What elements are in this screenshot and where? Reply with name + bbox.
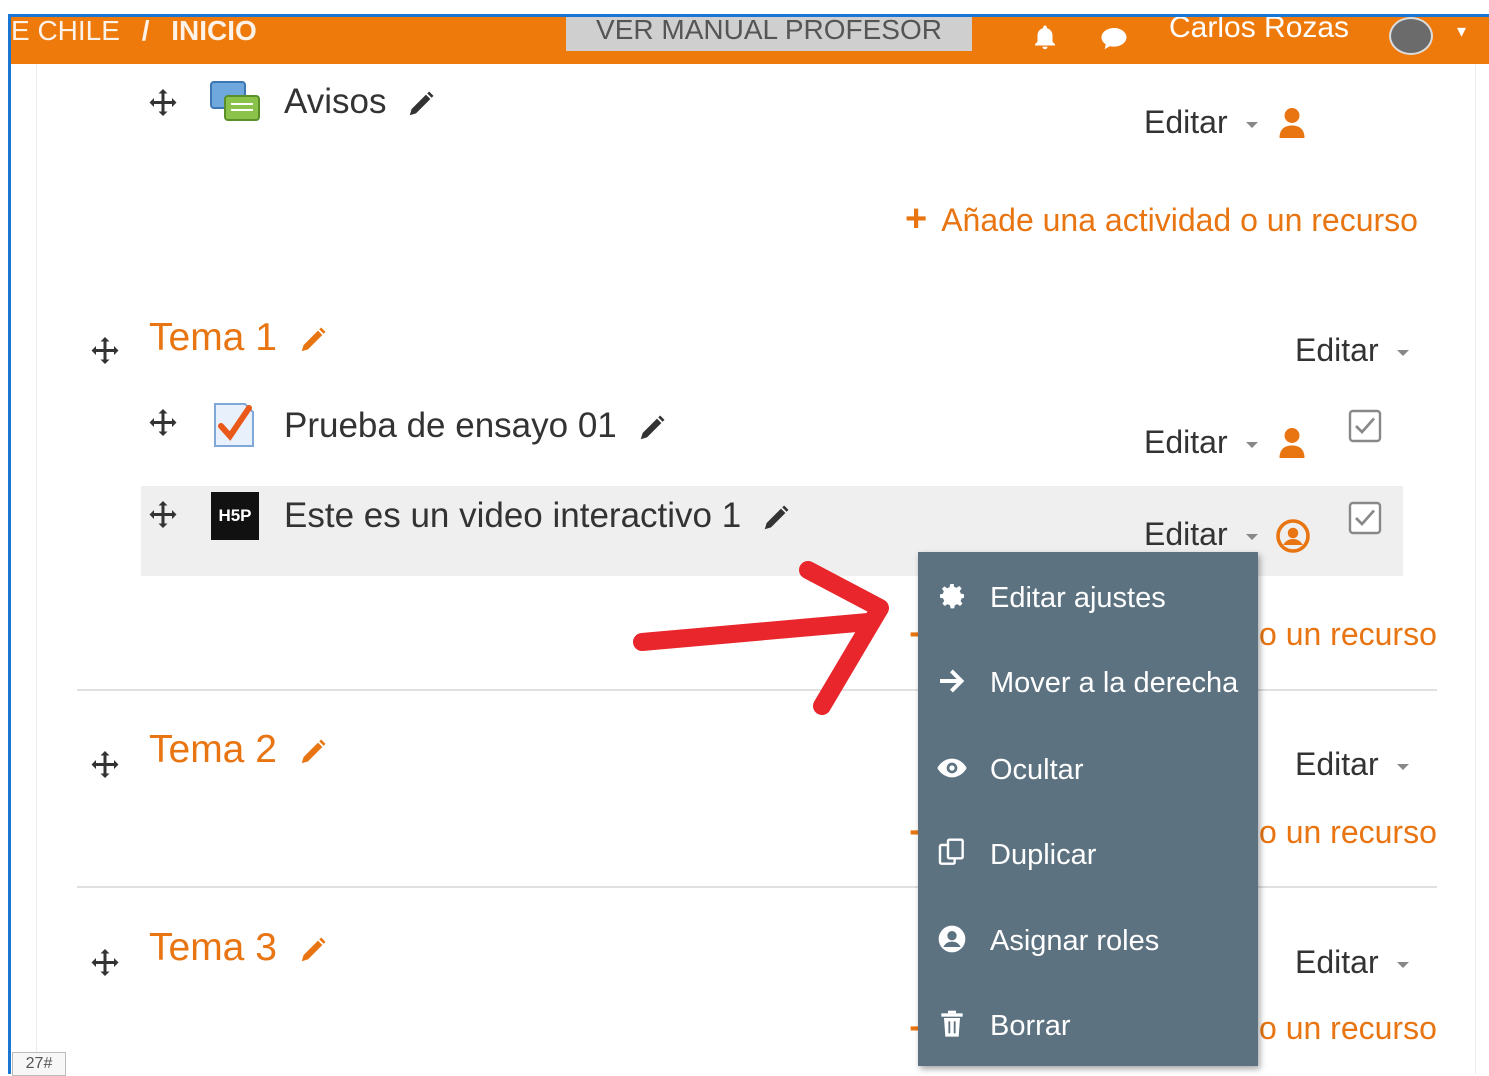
caret-down-icon[interactable] bbox=[1396, 349, 1409, 356]
pencil-icon[interactable] bbox=[298, 325, 328, 355]
pencil-icon[interactable] bbox=[761, 503, 791, 533]
annotation-arrow bbox=[633, 561, 889, 715]
add-activity-link-tail[interactable]: o un recurso bbox=[1259, 1010, 1437, 1047]
menu-item-label: Borrar bbox=[990, 1010, 1071, 1042]
caret-down-icon[interactable] bbox=[1245, 533, 1258, 540]
completion-checkbox-icon[interactable] bbox=[1347, 408, 1383, 444]
move-icon[interactable] bbox=[87, 946, 123, 982]
activity-title-label[interactable]: Avisos bbox=[284, 82, 386, 121]
edit-label[interactable]: Editar bbox=[1144, 424, 1228, 460]
user-circle-icon[interactable] bbox=[1275, 518, 1311, 554]
edit-label[interactable]: Editar bbox=[1144, 516, 1228, 552]
h5p-icon: H5P bbox=[211, 492, 259, 540]
chevron-down-icon[interactable]: ▾ bbox=[1457, 21, 1466, 42]
section-title-tema-3[interactable]: Tema 3 bbox=[149, 926, 328, 970]
forum-icon bbox=[210, 81, 260, 121]
activity-prueba-ensayo[interactable]: Prueba de ensayo 01 bbox=[284, 406, 667, 446]
footer-badge: 27# bbox=[12, 1052, 66, 1076]
menu-item-label: Ocultar bbox=[990, 754, 1084, 786]
pencil-icon[interactable] bbox=[298, 737, 328, 767]
section-label[interactable]: Tema 2 bbox=[149, 728, 277, 771]
user-role-icon[interactable] bbox=[1277, 426, 1307, 460]
user-circle-icon bbox=[938, 925, 966, 953]
user-name[interactable]: Carlos Rozas bbox=[1169, 17, 1349, 45]
menu-item-editar-ajustes[interactable]: Editar ajustes bbox=[918, 556, 1258, 636]
plus-icon: + bbox=[905, 198, 928, 240]
menu-item-ocultar[interactable]: Ocultar bbox=[918, 728, 1258, 808]
move-icon[interactable] bbox=[145, 86, 181, 122]
add-activity-label[interactable]: Añade una actividad o un recurso bbox=[941, 202, 1418, 238]
caret-down-icon[interactable] bbox=[1396, 961, 1409, 968]
chat-icon[interactable] bbox=[1097, 23, 1131, 53]
breadcrumb-site[interactable]: E CHILE bbox=[11, 17, 120, 46]
arrow-right-icon bbox=[940, 669, 965, 693]
breadcrumb-current[interactable]: INICIO bbox=[171, 17, 257, 46]
move-icon[interactable] bbox=[87, 748, 123, 784]
caret-down-icon[interactable] bbox=[1245, 441, 1258, 448]
menu-item-label: Duplicar bbox=[990, 839, 1097, 871]
frame-border bbox=[8, 14, 11, 1074]
top-navbar: E CHILE / INICIO VER MANUAL PROFESOR Car… bbox=[11, 17, 1489, 64]
section-edit-menu-toggle[interactable]: Editar bbox=[1295, 944, 1409, 981]
eye-icon bbox=[937, 758, 967, 778]
edit-dropdown-menu: Editar ajustes Mover a la derecha Oculta… bbox=[918, 552, 1258, 1066]
avatar[interactable] bbox=[1389, 17, 1433, 55]
breadcrumb-separator: / bbox=[141, 17, 150, 46]
pencil-icon[interactable] bbox=[406, 89, 436, 119]
add-activity-link-tail[interactable]: o un recurso bbox=[1259, 814, 1437, 851]
menu-item-borrar[interactable]: Borrar bbox=[918, 984, 1258, 1064]
caret-down-icon[interactable] bbox=[1396, 763, 1409, 770]
add-activity-link-tail[interactable]: o un recurso bbox=[1259, 616, 1437, 653]
menu-item-mover-derecha[interactable]: Mover a la derecha bbox=[918, 641, 1258, 721]
edit-label[interactable]: Editar bbox=[1295, 944, 1379, 980]
move-icon[interactable] bbox=[87, 334, 123, 370]
menu-item-label: Asignar roles bbox=[990, 925, 1160, 957]
breadcrumb: E CHILE / INICIO bbox=[11, 17, 257, 47]
menu-item-asignar-roles[interactable]: Asignar roles bbox=[918, 899, 1258, 979]
section-label[interactable]: Tema 1 bbox=[149, 316, 277, 359]
move-icon[interactable] bbox=[145, 406, 181, 442]
activity-avisos[interactable]: Avisos bbox=[284, 82, 436, 122]
menu-item-label: Mover a la derecha bbox=[990, 667, 1239, 699]
edit-menu-toggle[interactable]: Editar bbox=[1144, 104, 1258, 141]
pencil-icon[interactable] bbox=[637, 413, 667, 443]
edit-label[interactable]: Editar bbox=[1144, 104, 1228, 140]
edit-label[interactable]: Editar bbox=[1295, 746, 1379, 782]
section-title-tema-1[interactable]: Tema 1 bbox=[149, 316, 328, 360]
activity-title-label[interactable]: Este es un video interactivo 1 bbox=[284, 496, 741, 535]
move-icon[interactable] bbox=[145, 498, 181, 534]
completion-checkbox-icon[interactable] bbox=[1347, 500, 1383, 536]
edit-menu-toggle[interactable]: Editar bbox=[1144, 424, 1258, 461]
section-edit-menu-toggle[interactable]: Editar bbox=[1295, 746, 1409, 783]
activity-video-interactivo[interactable]: Este es un video interactivo 1 bbox=[284, 496, 791, 536]
section-label[interactable]: Tema 3 bbox=[149, 926, 277, 969]
activity-title-label[interactable]: Prueba de ensayo 01 bbox=[284, 406, 617, 445]
bell-icon[interactable] bbox=[1028, 23, 1062, 53]
copy-icon bbox=[938, 838, 964, 865]
add-activity-link[interactable]: + Añade una actividad o un recurso bbox=[905, 198, 1418, 241]
menu-item-duplicar[interactable]: Duplicar bbox=[918, 813, 1258, 893]
edit-menu-toggle-open[interactable]: Editar bbox=[1144, 516, 1258, 553]
section-title-tema-2[interactable]: Tema 2 bbox=[149, 728, 328, 772]
edit-label[interactable]: Editar bbox=[1295, 332, 1379, 368]
gear-icon bbox=[940, 584, 964, 609]
caret-down-icon[interactable] bbox=[1245, 121, 1258, 128]
user-role-icon[interactable] bbox=[1277, 106, 1307, 140]
section-edit-menu-toggle[interactable]: Editar bbox=[1295, 332, 1409, 369]
pencil-icon[interactable] bbox=[298, 935, 328, 965]
trash-icon bbox=[941, 1010, 963, 1037]
quiz-icon bbox=[214, 403, 254, 447]
menu-item-label: Editar ajustes bbox=[990, 582, 1166, 614]
manual-profesor-button[interactable]: VER MANUAL PROFESOR bbox=[566, 17, 972, 51]
